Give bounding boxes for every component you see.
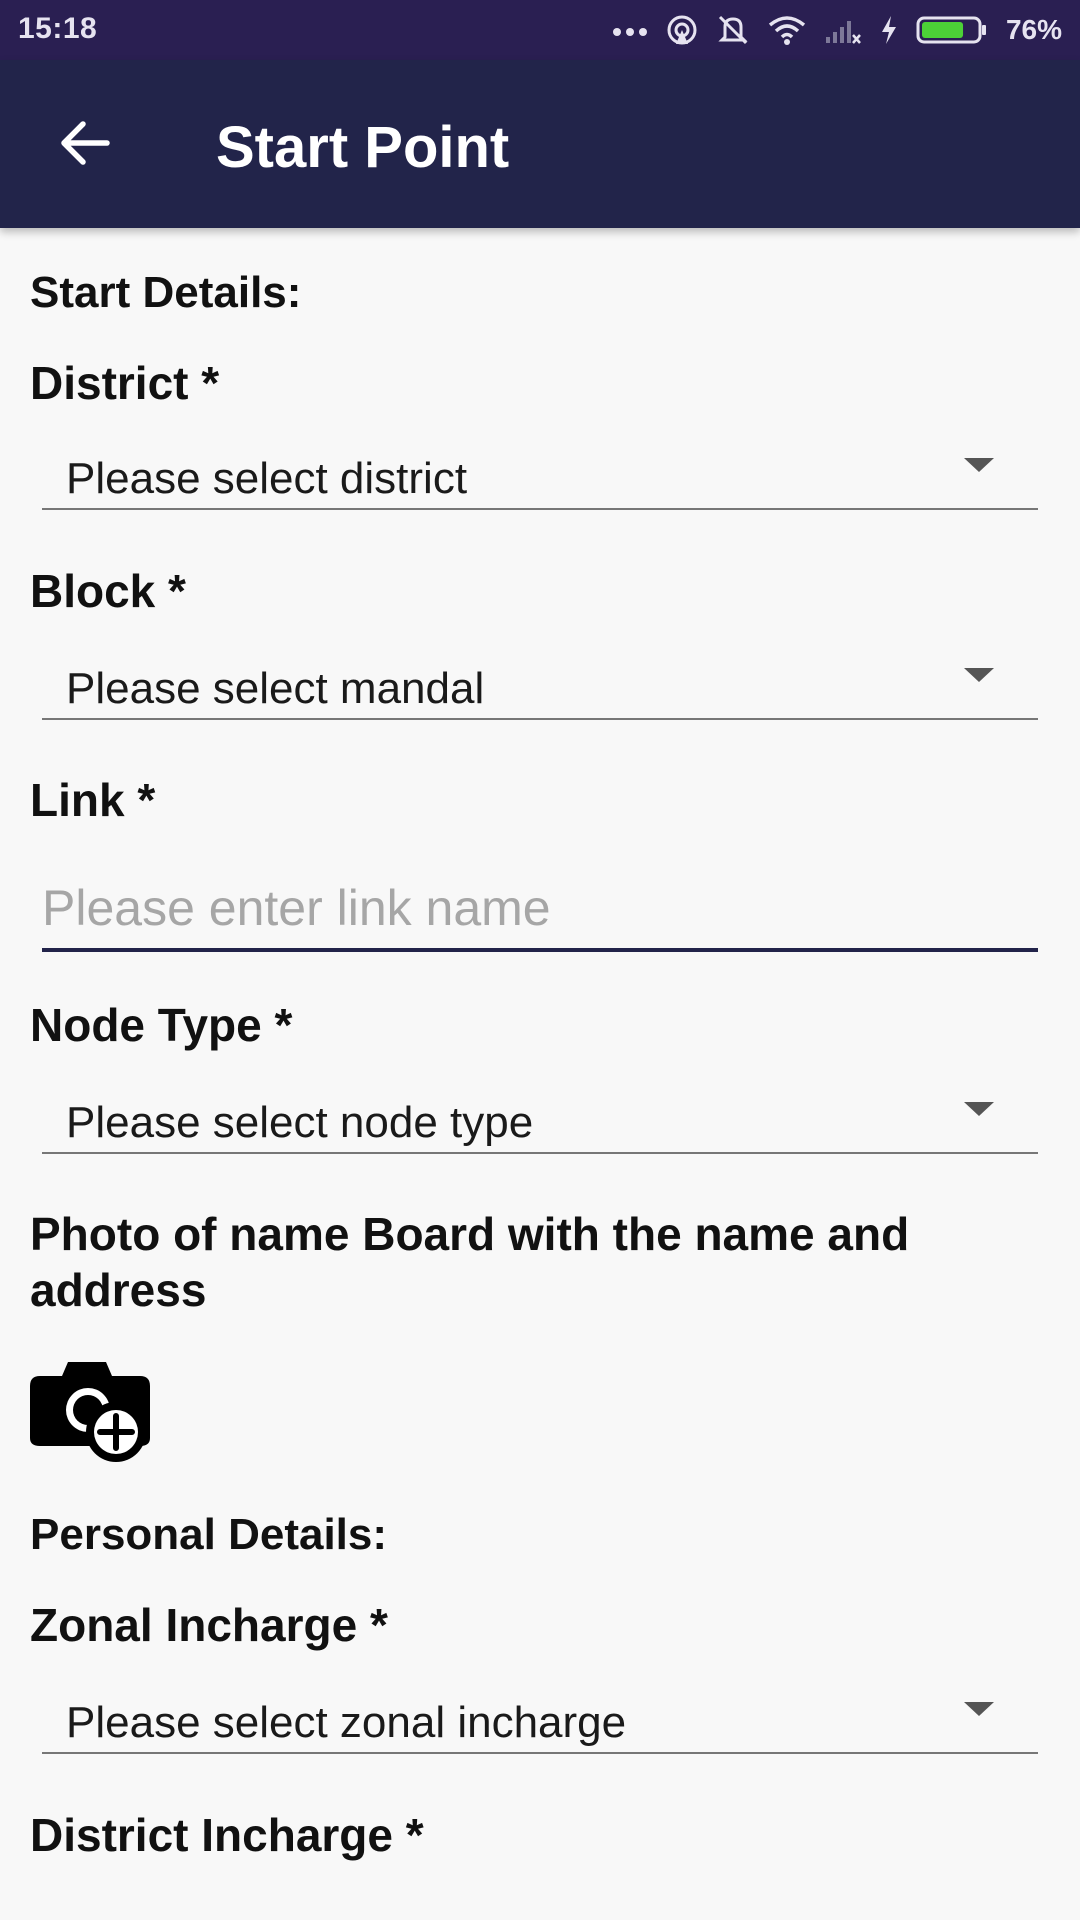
start-details-heading: Start Details: — [30, 268, 302, 317]
district-dropdown[interactable]: Please select district — [42, 438, 1038, 510]
link-name-input[interactable] — [42, 868, 1038, 952]
zonal-incharge-dropdown[interactable]: Please select zonal incharge — [42, 1682, 1038, 1754]
status-time: 15:18 — [18, 12, 98, 45]
mute-bell-icon — [716, 13, 750, 47]
block-dropdown[interactable]: Please select mandal — [42, 648, 1038, 720]
link-label: Link * — [30, 774, 156, 826]
status-icons: 76% — [612, 10, 1062, 50]
more-dots-icon — [612, 24, 648, 36]
photo-label: Photo of name Board with the name and ad… — [30, 1208, 910, 1316]
block-label: Block * — [30, 565, 186, 617]
wifi-icon — [768, 15, 806, 45]
battery-icon — [916, 15, 988, 45]
node-type-dropdown-value: Please select node type — [66, 1098, 534, 1147]
chevron-down-icon — [964, 668, 994, 682]
personal-details-heading: Personal Details: — [30, 1510, 388, 1559]
chevron-down-icon — [964, 1102, 994, 1116]
back-arrow-icon — [59, 120, 111, 171]
app-bar: Start Point — [0, 60, 1080, 228]
district-dropdown-value: Please select district — [66, 454, 468, 503]
battery-percent: 76% — [1005, 14, 1062, 45]
add-photo-camera-icon — [28, 1362, 154, 1472]
chevron-down-icon — [964, 458, 994, 472]
charging-icon — [880, 15, 898, 45]
status-bar: 15:18 76% — [0, 0, 1080, 60]
node-type-dropdown[interactable]: Please select node type — [42, 1082, 1038, 1154]
district-label: District * — [30, 357, 220, 409]
zonal-incharge-dropdown-value: Please select zonal incharge — [66, 1698, 627, 1747]
node-type-label: Node Type * — [30, 999, 293, 1051]
block-dropdown-value: Please select mandal — [66, 664, 485, 713]
zonal-incharge-label: Zonal Incharge * — [30, 1599, 388, 1651]
page-title: Start Point — [216, 115, 510, 180]
add-photo-button[interactable] — [28, 1358, 154, 1468]
hotspot-icon — [666, 14, 698, 46]
district-incharge-label: District Incharge * — [30, 1809, 424, 1861]
back-button[interactable] — [40, 100, 130, 190]
signal-icon — [824, 15, 862, 45]
chevron-down-icon — [964, 1702, 994, 1716]
